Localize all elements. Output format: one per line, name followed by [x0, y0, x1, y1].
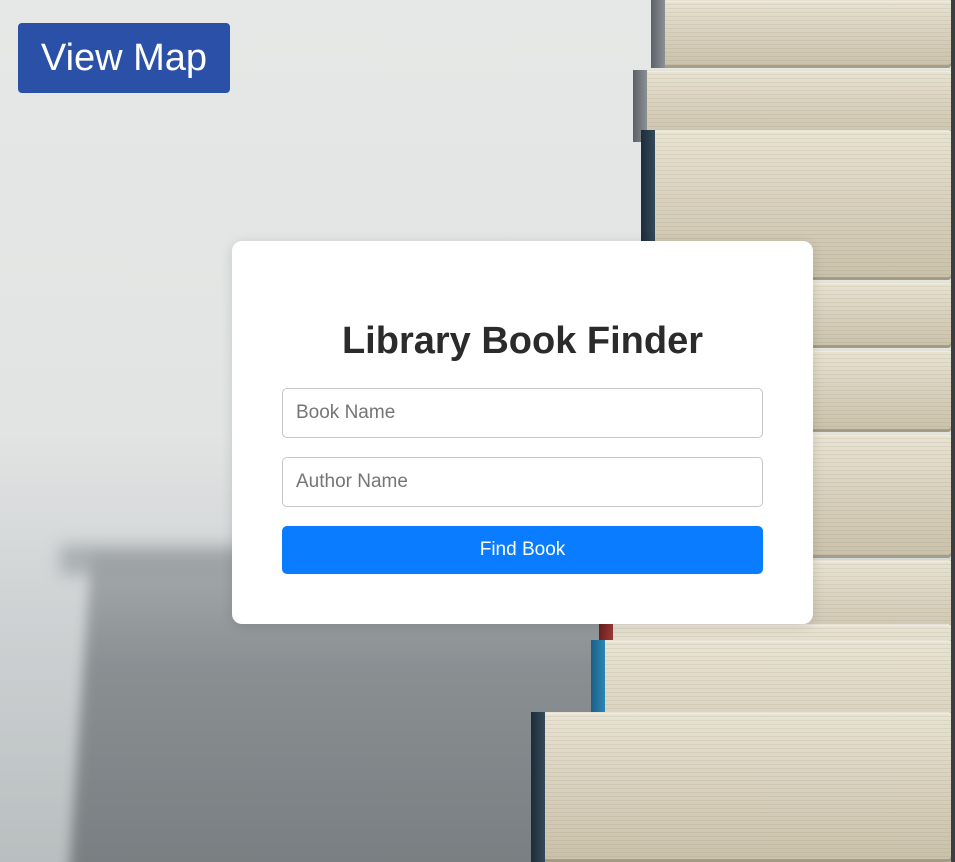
window-edge — [951, 0, 955, 862]
author-name-input[interactable] — [282, 457, 763, 507]
book-finder-card: Library Book Finder Find Book — [232, 241, 813, 624]
background-book — [531, 712, 951, 862]
view-map-button[interactable]: View Map — [18, 23, 230, 93]
page-background: View Map Library Book Finder Find Book — [0, 0, 955, 862]
find-book-button[interactable]: Find Book — [282, 526, 763, 574]
background-book — [651, 0, 951, 68]
book-name-input[interactable] — [282, 388, 763, 438]
page-title: Library Book Finder — [341, 320, 704, 362]
